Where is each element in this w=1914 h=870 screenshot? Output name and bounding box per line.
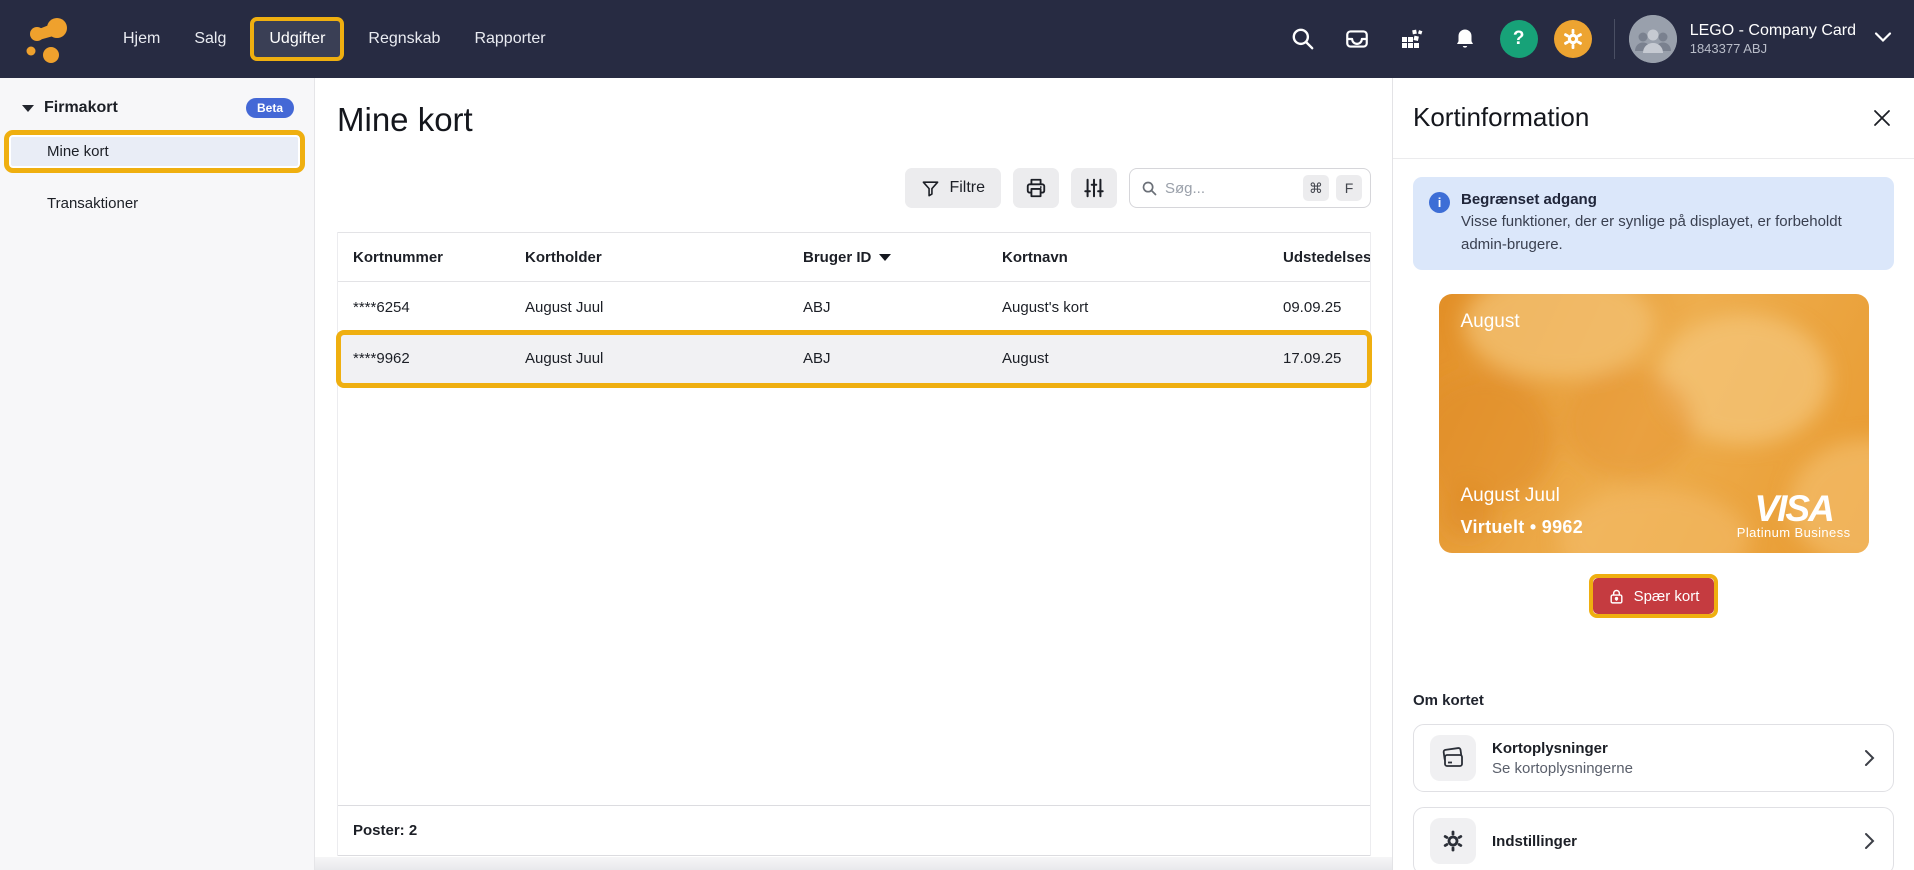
cards-table: Kortnummer Kortholder Bruger ID Kortnavn… <box>337 232 1371 856</box>
collapse-triangle-icon <box>22 105 34 112</box>
inbox-icon[interactable] <box>1344 26 1370 52</box>
sidebar-item-mine-kort[interactable]: Mine kort <box>4 130 305 173</box>
topbar: Hjem Salg Udgifter Regnskab Rapporter <box>0 0 1914 78</box>
account-id: 1843377 ABJ <box>1690 41 1856 57</box>
gear-icon <box>1430 818 1476 864</box>
filter-button-label: Filtre <box>949 179 985 197</box>
sidebar-section-firmakort[interactable]: Firmakort Beta <box>0 98 314 118</box>
panel-item-subtitle: Se kortoplysningerne <box>1492 760 1633 777</box>
cell-udstedelsesdato: 09.09.25 <box>1268 299 1370 316</box>
visa-logo: VISA Platinum Business <box>1737 492 1851 540</box>
panel-item-indstillinger[interactable]: Indstillinger <box>1413 807 1894 870</box>
block-card-label: Spær kort <box>1634 588 1700 605</box>
f-keycap: F <box>1336 175 1362 201</box>
table-empty-area <box>338 384 1370 805</box>
gear-icon <box>1561 27 1585 51</box>
info-icon: i <box>1429 192 1450 213</box>
help-button[interactable]: ? <box>1500 20 1538 58</box>
page-bottom-edge <box>315 857 1392 870</box>
sidebar-section-label: Firmakort <box>44 99 118 117</box>
settings-button[interactable] <box>1554 20 1592 58</box>
about-card-heading: Om kortet <box>1413 692 1894 709</box>
panel-item-title: Kortoplysninger <box>1492 740 1633 757</box>
sidebar: Firmakort Beta Mine kort Transaktioner <box>0 78 315 870</box>
cards-icon <box>1430 735 1476 781</box>
nav-item-rapporter[interactable]: Rapporter <box>457 20 562 58</box>
people-group-icon <box>1629 15 1677 63</box>
block-card-button[interactable]: Spær kort <box>1593 578 1715 614</box>
sliders-icon <box>1083 177 1105 199</box>
topbar-divider <box>1614 19 1615 59</box>
cell-udstedelsesdato: 17.09.25 <box>1268 350 1370 367</box>
sidebar-item-transaktioner[interactable]: Transaktioner <box>0 189 314 218</box>
panel-title: Kortinformation <box>1413 102 1589 133</box>
visa-wordmark: VISA <box>1737 492 1851 525</box>
account-chevron-down-icon[interactable] <box>1874 30 1892 48</box>
nav-item-regnskab[interactable]: Regnskab <box>351 20 457 58</box>
funnel-icon <box>921 179 940 198</box>
main-content: Mine kort Filtre <box>315 78 1392 870</box>
account-info[interactable]: LEGO - Company Card 1843377 ABJ <box>1690 21 1856 57</box>
printer-icon <box>1025 177 1047 199</box>
card-holder-name: August Juul <box>1461 485 1560 507</box>
col-kortnavn[interactable]: Kortnavn <box>987 249 1268 266</box>
search-field[interactable]: ⌘ F <box>1129 168 1371 208</box>
cell-kortnavn: August <box>987 350 1268 367</box>
search-icon[interactable] <box>1290 26 1316 52</box>
cell-kortholder: August Juul <box>510 350 788 367</box>
question-mark-icon: ? <box>1513 28 1525 50</box>
cell-bruger-id: ABJ <box>788 299 987 316</box>
nav-item-udgifter[interactable]: Udgifter <box>250 17 344 61</box>
print-button[interactable] <box>1013 168 1059 208</box>
col-kortnummer[interactable]: Kortnummer <box>338 249 510 266</box>
search-input[interactable] <box>1165 180 1296 197</box>
account-name: LEGO - Company Card <box>1690 21 1856 41</box>
page-title: Mine kort <box>337 98 1392 142</box>
card-info-panel: Kortinformation i Begrænset adgang Visse… <box>1392 78 1914 870</box>
cell-bruger-id: ABJ <box>788 350 987 367</box>
card-nickname: August <box>1461 311 1520 333</box>
panel-item-kortoplysninger[interactable]: Kortoplysninger Se kortoplysningerne <box>1413 724 1894 792</box>
close-panel-button[interactable] <box>1872 108 1892 128</box>
payment-card-visual: August August Juul Virtuelt • 9962 VISA … <box>1439 294 1869 553</box>
lock-icon <box>1608 588 1625 605</box>
panel-divider <box>1393 158 1914 159</box>
notice-body: Visse funktioner, der er synlige på disp… <box>1461 211 1878 256</box>
notifications-bell-icon[interactable] <box>1452 26 1478 52</box>
nav-item-salg[interactable]: Salg <box>177 20 243 58</box>
cell-kortnummer: ****9962 <box>338 350 510 367</box>
block-button-annotation: Spær kort <box>1589 574 1719 618</box>
search-icon <box>1141 180 1158 197</box>
card-type-number: Virtuelt • 9962 <box>1461 517 1584 538</box>
visma-logo-icon[interactable] <box>20 11 76 67</box>
primary-nav: Hjem Salg Udgifter Regnskab Rapporter <box>106 0 563 78</box>
chevron-right-icon <box>1864 749 1875 767</box>
panel-item-title: Indstillinger <box>1492 833 1577 850</box>
cell-kortnummer: ****6254 <box>338 299 510 316</box>
cmd-keycap: ⌘ <box>1303 175 1329 201</box>
col-udstedelsesdato[interactable]: Udstedelses <box>1268 249 1370 266</box>
cell-kortnavn: August's kort <box>987 299 1268 316</box>
apps-grid-icon[interactable] <box>1398 26 1424 52</box>
filter-button[interactable]: Filtre <box>905 168 1001 208</box>
sort-desc-icon <box>879 254 891 261</box>
beta-badge: Beta <box>246 98 294 118</box>
table-header-row: Kortnummer Kortholder Bruger ID Kortnavn… <box>338 232 1370 282</box>
restricted-access-notice: i Begrænset adgang Visse funktioner, der… <box>1413 177 1894 270</box>
table-footer: Poster: 2 <box>338 805 1370 856</box>
notice-title: Begrænset adgang <box>1461 191 1878 208</box>
chevron-right-icon <box>1864 832 1875 850</box>
table-row[interactable]: ****6254 August Juul ABJ August's kort 0… <box>338 282 1370 333</box>
table-toolbar: Filtre ⌘ <box>315 168 1371 208</box>
account-avatar[interactable] <box>1629 15 1677 63</box>
col-kortholder[interactable]: Kortholder <box>510 249 788 266</box>
nav-item-hjem[interactable]: Hjem <box>106 20 177 58</box>
close-icon <box>1872 108 1892 128</box>
record-count: Poster: 2 <box>353 822 417 839</box>
col-bruger-id[interactable]: Bruger ID <box>788 249 987 266</box>
visa-product-label: Platinum Business <box>1737 525 1851 540</box>
cell-kortholder: August Juul <box>510 299 788 316</box>
table-row-selected[interactable]: ****9962 August Juul ABJ August 17.09.25 <box>338 333 1370 384</box>
column-settings-button[interactable] <box>1071 168 1117 208</box>
